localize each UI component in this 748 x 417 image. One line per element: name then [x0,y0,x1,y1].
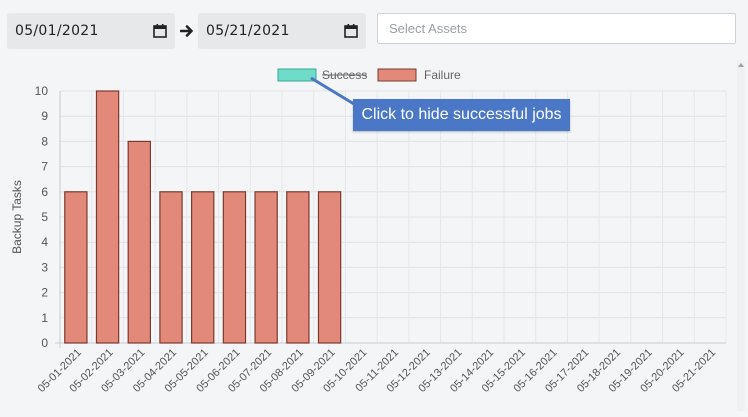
y-tick-label: 4 [41,235,48,249]
start-date-value: 05/01/2021 [15,23,99,39]
y-tick-label: 10 [35,84,49,98]
y-tick-label: 2 [41,286,48,300]
end-date-value: 05/21/2021 [206,23,290,39]
y-tick-label: 3 [41,260,48,274]
bar-failure[interactable] [254,191,278,344]
legend-tooltip: Click to hide successful jobs [353,99,570,131]
legend-label-failure[interactable]: Failure [424,68,461,82]
y-axis-title: Backup Tasks [10,180,24,254]
start-date-input[interactable]: 05/01/2021 [7,13,175,49]
y-tick-label: 9 [41,109,48,123]
bar-failure[interactable] [159,191,183,344]
legend-swatch-failure[interactable] [377,68,417,82]
y-tick-label: 8 [41,134,48,148]
select-assets-placeholder: Select Assets [389,21,468,36]
tooltip-text: Click to hide successful jobs [361,106,562,123]
calendar-icon[interactable] [344,24,358,38]
arrow-right-icon [179,22,195,40]
bar-failure[interactable] [317,191,342,344]
bar-failure[interactable] [64,191,88,344]
y-tick-label: 7 [41,160,48,174]
end-date-input[interactable]: 05/21/2021 [198,13,366,49]
bar-failure[interactable] [127,140,151,344]
y-tick-label: 0 [41,336,48,350]
scroll-up-arrow-icon[interactable] [738,63,744,67]
y-tick-label: 1 [41,311,48,325]
select-assets-dropdown[interactable]: Select Assets [377,13,736,44]
chart-scrollbar[interactable] [737,61,745,411]
bar-failure[interactable] [191,191,215,344]
bar-failure[interactable] [222,191,247,344]
y-tick-label: 5 [41,210,48,224]
bar-failure[interactable] [95,90,120,344]
calendar-icon[interactable] [153,24,167,38]
bar-failure[interactable] [286,191,310,344]
y-tick-label: 6 [41,185,48,199]
